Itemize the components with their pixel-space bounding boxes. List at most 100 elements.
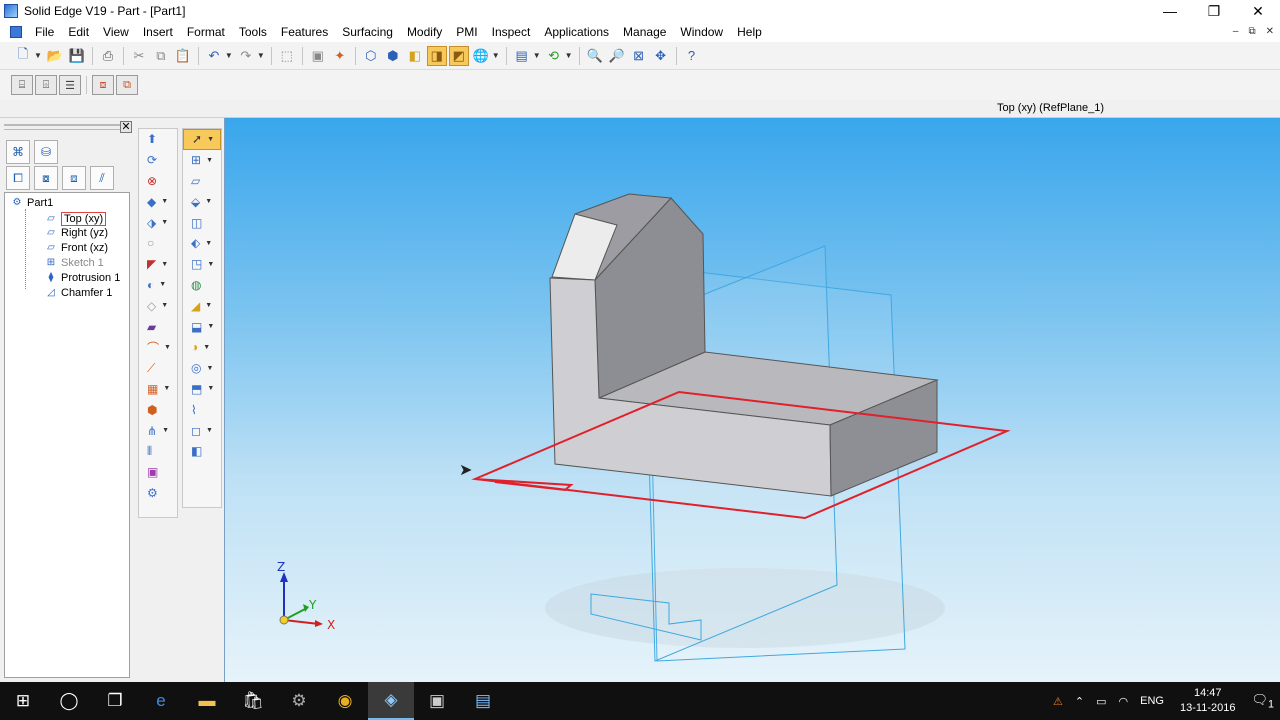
family-tab-icon[interactable]: ⧇	[34, 166, 58, 190]
document-icon[interactable]	[10, 26, 22, 38]
thread-cmd-icon[interactable]: ⬗ ▼	[139, 212, 177, 233]
trim-surface-cmd-icon[interactable]: ◎ ▼	[183, 358, 221, 379]
sketch-view-icon[interactable]: ◧	[405, 46, 425, 66]
notification-icon[interactable]: 🗨1	[1245, 692, 1280, 711]
pan-icon[interactable]: ✥	[651, 46, 671, 66]
vent-cmd-icon[interactable]: ▦ ▼	[139, 379, 177, 400]
solid-edge-icon[interactable]: ◈	[368, 682, 414, 720]
select-tool-cmd-icon[interactable]: ➚ ▼	[183, 129, 221, 150]
web-network-cmd-icon[interactable]: ⟋	[139, 358, 177, 379]
paste-icon[interactable]: 📋	[173, 46, 193, 66]
coordinate-system-cmd-icon[interactable]: ⬙ ▼	[183, 191, 221, 212]
replace-face-cmd-icon[interactable]: ⬒ ▼	[183, 379, 221, 400]
menu-modify[interactable]: Modify	[400, 22, 449, 42]
protrusion-cmd-icon[interactable]: ⬆	[139, 129, 177, 150]
round-cmd-icon[interactable]: ○	[139, 233, 177, 254]
view-style-icon[interactable]: 🌐	[471, 46, 491, 66]
mirror-cmd-icon[interactable]: ⫴	[139, 441, 177, 462]
redo-dropdown-icon[interactable]: ▼	[257, 51, 265, 60]
sensors-icon[interactable]: ⧉	[116, 75, 138, 95]
shaded-edges-icon[interactable]: ◩	[448, 45, 469, 66]
add-body-cmd-icon[interactable]: ▣	[139, 462, 177, 483]
mounting-boss-cmd-icon[interactable]: ⬢	[139, 399, 177, 420]
store-icon[interactable]: 🛍	[230, 682, 276, 720]
swept-surface-cmd-icon[interactable]: ◳ ▼	[183, 254, 221, 275]
revolved-surface-cmd-icon[interactable]: ⬖ ▼	[183, 233, 221, 254]
open-icon[interactable]: 📂	[45, 46, 65, 66]
fit-icon[interactable]: ⊠	[629, 46, 649, 66]
cutout-cmd-icon[interactable]: ⊗	[139, 171, 177, 192]
wifi-icon[interactable]: ◠	[1113, 695, 1135, 708]
new-icon[interactable]: 🗋	[13, 46, 33, 66]
reference-plane-cmd-icon[interactable]: ▱	[183, 171, 221, 192]
task-view-icon[interactable]: ❐	[92, 682, 138, 720]
offset-surface-cmd-icon[interactable]: ◢ ▼	[183, 295, 221, 316]
sensor-tab-icon[interactable]: ⧈	[62, 166, 86, 190]
zoom-icon[interactable]: 🔎	[607, 46, 627, 66]
doc-close-button[interactable]: ✕	[1266, 22, 1274, 42]
start-icon[interactable]: ⊞	[0, 682, 46, 720]
menu-surfacing[interactable]: Surfacing	[335, 22, 400, 42]
menu-edit[interactable]: Edit	[61, 22, 96, 42]
curve-cmd-icon[interactable]: ⌇	[183, 399, 221, 420]
tree-root-part[interactable]: ⚙ Part1	[11, 197, 54, 209]
menu-format[interactable]: Format	[180, 22, 232, 42]
language-indicator[interactable]: ENG	[1134, 695, 1170, 707]
graphics-viewport[interactable]: ➤ Z Y X	[224, 118, 1280, 682]
menu-insert[interactable]: Insert	[136, 22, 180, 42]
help-icon[interactable]: ?	[682, 46, 702, 66]
undo-icon[interactable]: ↶	[204, 46, 224, 66]
project-curve-cmd-icon[interactable]: ◧	[183, 441, 221, 462]
doc-minimize-button[interactable]: –	[1233, 22, 1239, 42]
cut-icon[interactable]: ✂	[129, 46, 149, 66]
menu-pmi[interactable]: PMI	[449, 22, 484, 42]
copy-icon[interactable]: ⧉	[151, 46, 171, 66]
rotate-icon[interactable]: ⟲	[544, 46, 564, 66]
lip-cmd-icon[interactable]: ⌒ ▼	[139, 337, 177, 358]
tree-item-chamfer[interactable]: ◿ Chamfer 1	[45, 287, 112, 299]
part-copy-cmd-icon[interactable]: ⚙	[139, 483, 177, 504]
new-dropdown-icon[interactable]: ▼	[34, 51, 42, 60]
pattern-cmd-icon[interactable]: ⋔ ▼	[139, 420, 177, 441]
display-icon[interactable]: ▤	[512, 46, 532, 66]
tree-item-right-plane[interactable]: ▱ Right (yz)	[45, 227, 108, 239]
chevron-up-icon[interactable]: ⌃	[1069, 695, 1090, 708]
revolve-cmd-icon[interactable]: ⟳	[139, 150, 177, 171]
visible-edges-icon[interactable]: ⬢	[383, 46, 403, 66]
chamfer-cmd-icon[interactable]: ◤ ▼	[139, 254, 177, 275]
battery-icon[interactable]: ▭	[1090, 695, 1112, 708]
clock[interactable]: 14:47 13-11-2016	[1170, 686, 1245, 716]
menu-manage[interactable]: Manage	[616, 22, 673, 42]
zoom-area-icon[interactable]: 🔍	[585, 46, 605, 66]
engineering-tab-icon[interactable]: ⫽	[90, 166, 114, 190]
layers-icon[interactable]: ☰	[59, 75, 81, 95]
stitch-cmd-icon[interactable]: ⬓ ▼	[183, 316, 221, 337]
draft-cmd-icon[interactable]: ◐ ▼	[139, 275, 177, 296]
display-dropdown-icon[interactable]: ▼	[533, 51, 541, 60]
menu-applications[interactable]: Applications	[537, 22, 616, 42]
feature-library-icon[interactable]: ⌹	[35, 75, 57, 95]
select-icon[interactable]: ⬚	[277, 46, 297, 66]
menu-file[interactable]: File	[28, 22, 61, 42]
view-style-dropdown-icon[interactable]: ▼	[492, 51, 500, 60]
app2-icon[interactable]: ▣	[414, 682, 460, 720]
wireframe-icon[interactable]: ⬡	[361, 46, 381, 66]
print-icon[interactable]: ⎙	[98, 46, 118, 66]
pane-grip[interactable]	[4, 124, 132, 130]
tree-item-sketch[interactable]: ⊞ Sketch 1	[45, 257, 104, 269]
tree-item-front-plane[interactable]: ▱ Front (xz)	[45, 242, 108, 254]
restore-button[interactable]: ❐	[1192, 0, 1236, 22]
pathfinder-icon[interactable]: ⌸	[11, 75, 33, 95]
layers-tab-icon[interactable]: ⧠	[6, 166, 30, 190]
minimize-button[interactable]: —	[1148, 0, 1192, 22]
split-cmd-icon[interactable]: ◑ ▼	[183, 337, 221, 358]
hole-cmd-icon[interactable]: ◆ ▼	[139, 191, 177, 212]
menu-window[interactable]: Window	[673, 22, 730, 42]
intersection-cmd-icon[interactable]: ◻ ▼	[183, 420, 221, 441]
menu-help[interactable]: Help	[730, 22, 769, 42]
named-view-icon[interactable]: ✦	[330, 46, 350, 66]
feature-pathfinder-icon[interactable]: ⌘	[6, 140, 30, 164]
menu-view[interactable]: View	[96, 22, 136, 42]
thin-wall-cmd-icon[interactable]: ◇ ▼	[139, 295, 177, 316]
undo-dropdown-icon[interactable]: ▼	[225, 51, 233, 60]
